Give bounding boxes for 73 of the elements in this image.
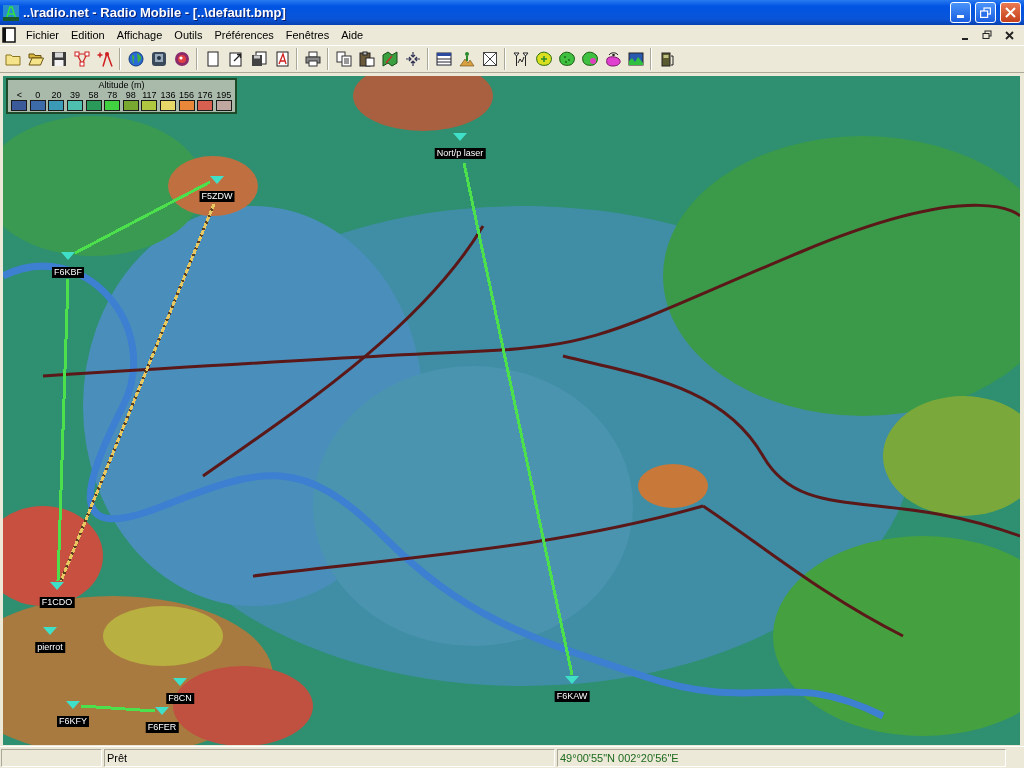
legend-value: 0 [35,90,41,100]
legend-value: 98 [125,90,136,100]
legend-value: 156 [179,90,195,100]
legend-value: 78 [107,90,118,100]
close-icon [1005,7,1016,18]
compass-icon[interactable] [96,51,113,67]
station-marker-icon[interactable] [210,176,224,184]
legend-value: 20 [51,90,62,100]
arrows-icon[interactable] [404,51,421,67]
station-label: Nort/p laser [434,148,486,159]
paste-icon[interactable] [358,51,375,67]
legend-value: 176 [197,90,213,100]
folder-icon[interactable] [4,51,21,67]
radio-icon[interactable] [658,51,675,67]
page-sketch-icon[interactable] [273,51,290,67]
printer-icon[interactable] [304,51,321,67]
page-icon[interactable] [204,51,221,67]
minimize-icon [957,15,964,18]
blob-dots-icon[interactable] [558,51,575,67]
station-label: F6FER [145,722,179,733]
legend-value: < [16,90,22,100]
station-marker-icon[interactable] [66,701,80,709]
legend-value: 195 [216,90,232,100]
menu-item[interactable]: Edition [65,27,111,43]
copy-icon[interactable] [335,51,352,67]
document-icon[interactable] [2,27,16,43]
network-icon[interactable] [73,51,90,67]
legend-value: 136 [160,90,176,100]
cross-box-icon[interactable] [481,51,498,67]
station-label: F5ZDW [199,191,235,202]
station-label: F6KBF [52,267,84,278]
menu-item[interactable]: Fichier [20,27,65,43]
globe-icon[interactable] [127,51,144,67]
station-label: F1CDO [39,597,75,608]
antennas-icon[interactable] [512,51,529,67]
station-label: pierrot [35,642,65,653]
legend-value: 39 [70,90,81,100]
station-marker-icon[interactable] [155,707,169,715]
sphere-icon[interactable] [173,51,190,67]
station-label: F8CN [166,693,194,704]
legend-value: 117 [142,90,157,100]
close-icon [1004,30,1014,40]
legend-value: 58 [88,90,99,100]
menu-item[interactable]: Affichage [110,27,169,43]
menu-item[interactable]: Préférences [208,27,280,43]
status-text: Prêt [104,748,555,767]
station-marker-icon[interactable] [565,676,579,684]
station-marker-icon[interactable] [61,252,75,260]
window-title: ..\radio.net - Radio Mobile - [..\default.bmp] [23,3,287,22]
station-marker-icon[interactable] [43,627,57,635]
table-icon[interactable] [435,51,452,67]
menu-item[interactable]: Fenêtres [279,27,336,43]
menu-item[interactable]: Aide [335,27,370,43]
station-label: F6KFY [57,716,89,727]
legend-title: Altitude (m) [98,80,145,90]
map-icon[interactable] [381,51,398,67]
restore-icon [982,30,992,40]
eye-blob-icon[interactable] [604,51,621,67]
landscape-icon[interactable] [627,51,644,67]
page-disk-icon[interactable] [250,51,267,67]
station-marker-icon[interactable] [50,582,64,590]
blob-spot-icon[interactable] [581,51,598,67]
station-label: F6KAW [554,691,590,702]
person-mountain-icon[interactable] [458,51,475,67]
open-folder-icon[interactable] [27,51,44,67]
station-marker-icon[interactable] [453,133,467,141]
restore-icon [980,7,991,18]
station-marker-icon[interactable] [173,678,187,686]
app-icon[interactable] [3,4,19,21]
minimize-icon [962,37,968,40]
coordinates-text: 49°00'55"N 002°20'56"E [557,748,1006,767]
blob-cross-icon[interactable] [535,51,552,67]
menu-item[interactable]: Outils [168,27,209,43]
